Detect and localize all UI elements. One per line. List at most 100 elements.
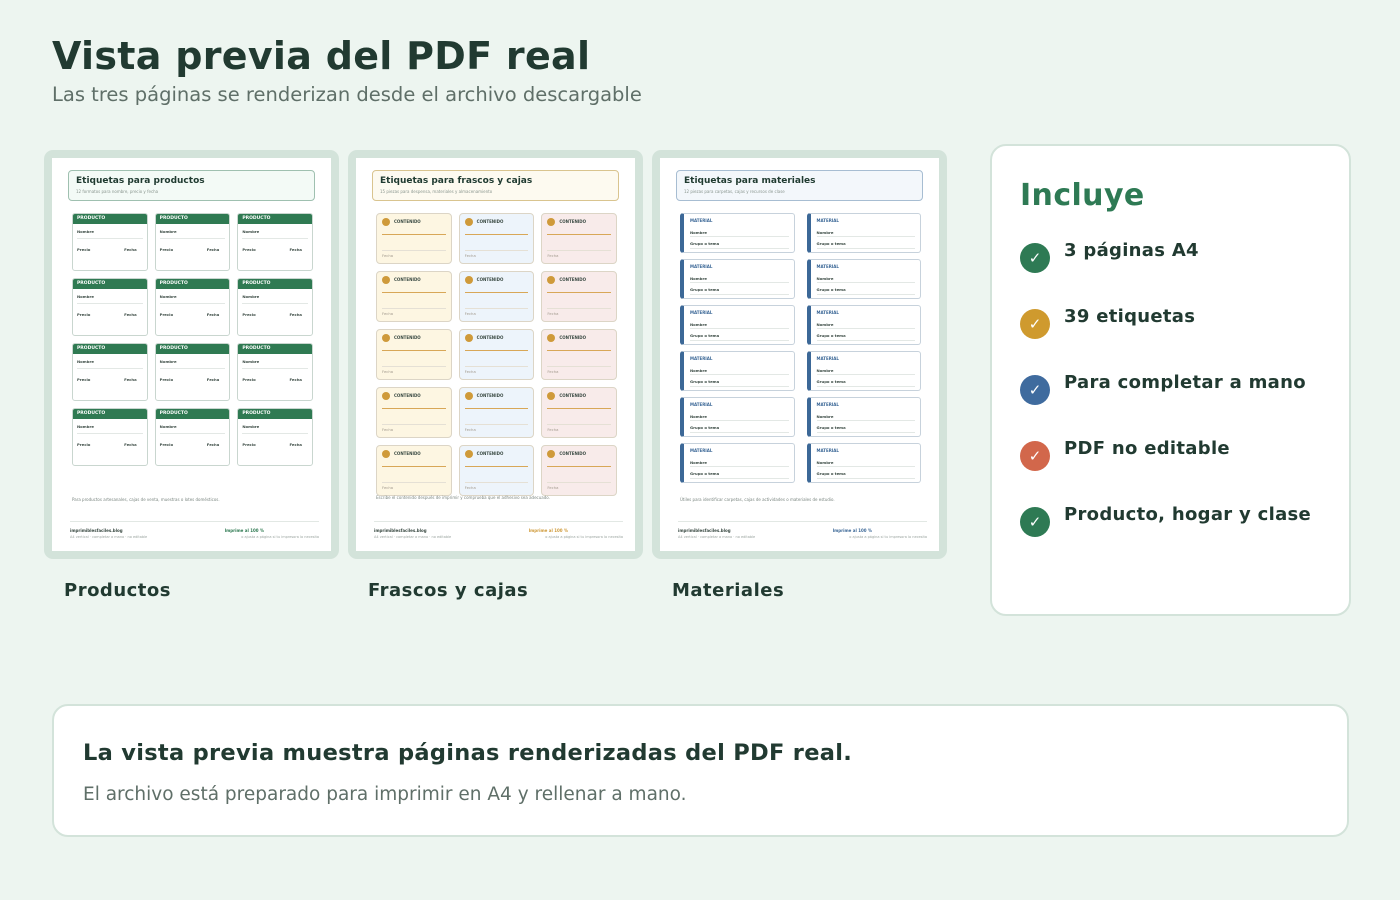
field-fecha: Fecha (289, 312, 302, 317)
label-type: CONTENIDO (476, 219, 504, 224)
footer-print-sub: o ajusta a página si tu impresora lo nec… (545, 535, 623, 539)
pdf-page-frascos: Etiquetas para frascos y cajas 15 piezas… (356, 158, 635, 551)
write-line (547, 308, 611, 309)
includes-item-label: PDF no editable (1064, 438, 1230, 459)
preview-productos[interactable]: Etiquetas para productos 12 formatos par… (44, 150, 339, 559)
label-contenido: CONTENIDO Fecha (541, 329, 617, 380)
write-line (690, 282, 789, 283)
write-line (816, 236, 915, 237)
preview-frascos-cajas[interactable]: Etiquetas para frascos y cajas 15 piezas… (348, 150, 643, 559)
pdf-page-header: Etiquetas para productos 12 formatos par… (68, 170, 315, 201)
footer-site-sub: A4 vertical · completar a mano · no edit… (70, 535, 148, 539)
write-line (690, 432, 789, 433)
field-grupo: Grupo o tema (690, 379, 720, 384)
label-producto: PRODUCTO Nombre Precio Fecha (237, 278, 313, 336)
label-type: CONTENIDO (394, 335, 421, 340)
circle-icon (382, 392, 390, 400)
field-fecha: Fecha (124, 312, 137, 317)
field-fecha: Fecha (382, 253, 394, 258)
circle-icon (464, 276, 473, 284)
field-fecha: Fecha (382, 311, 394, 316)
write-line (816, 340, 915, 341)
write-line (690, 478, 789, 479)
pdf-page-footer: imprimiblesfaciles.blog A4 vertical · co… (678, 521, 927, 539)
check-icon: ✓ (1020, 309, 1050, 339)
write-line (242, 238, 308, 239)
includes-title: Incluye (1020, 178, 1145, 213)
field-nombre: Nombre (690, 276, 707, 281)
footer-site: imprimiblesfaciles.blog (70, 528, 123, 533)
field-fecha: Fecha (206, 312, 220, 317)
label-producto: PRODUCTO Nombre Precio Fecha (154, 278, 231, 336)
field-nombre: Nombre (816, 368, 834, 373)
write-line (816, 248, 915, 249)
label-producto: PRODUCTO Nombre Precio Fecha (237, 408, 313, 466)
write-line (690, 386, 789, 387)
includes-item-label: 39 etiquetas (1064, 306, 1196, 327)
label-contenido: CONTENIDO Fecha (376, 387, 452, 438)
label-type: PRODUCTO (73, 214, 147, 224)
pdf-page-footer: imprimiblesfaciles.blog A4 vertical · co… (374, 521, 623, 539)
label-type: MATERIAL (690, 402, 713, 407)
field-nombre: Nombre (816, 414, 834, 419)
footer-site: imprimiblesfaciles.blog (678, 528, 731, 533)
label-type: PRODUCTO (238, 344, 312, 354)
preview-caption-productos: Productos (64, 580, 171, 601)
label-type: CONTENIDO (559, 277, 587, 282)
write-line (159, 368, 226, 369)
label-material: MATERIAL Nombre Grupo o tema (806, 351, 921, 391)
write-line (816, 420, 915, 421)
field-fecha: Fecha (547, 369, 559, 374)
label-type: CONTENIDO (476, 393, 504, 398)
label-material: MATERIAL Nombre Grupo o tema (680, 351, 795, 391)
circle-icon (547, 334, 556, 342)
field-precio: Precio (159, 312, 174, 317)
write-line (816, 374, 915, 375)
write-line (816, 328, 915, 329)
write-line (382, 250, 446, 251)
field-fecha: Fecha (547, 485, 559, 490)
field-grupo: Grupo o tema (816, 241, 846, 246)
field-nombre: Nombre (159, 294, 177, 299)
field-nombre: Nombre (242, 294, 260, 299)
field-fecha: Fecha (547, 253, 559, 258)
pdf-page-subtitle: 12 formatos para nombre, precio y fecha (76, 189, 159, 194)
label-type: CONTENIDO (559, 451, 587, 456)
check-icon: ✓ (1020, 243, 1050, 273)
preview-caption-materiales: Materiales (672, 580, 785, 601)
field-grupo: Grupo o tema (816, 425, 846, 430)
field-precio: Precio (159, 377, 174, 382)
field-grupo: Grupo o tema (816, 471, 846, 476)
pdf-page-note: Para productos artesanales, cajas de ven… (72, 497, 220, 502)
label-type: MATERIAL (690, 218, 713, 223)
write-line (382, 350, 446, 351)
label-producto: PRODUCTO Nombre Precio Fecha (72, 343, 148, 401)
field-precio: Precio (242, 312, 256, 317)
label-material: MATERIAL Nombre Grupo o tema (680, 213, 795, 253)
label-type: MATERIAL (690, 264, 713, 269)
field-nombre: Nombre (816, 460, 834, 465)
label-material: MATERIAL Nombre Grupo o tema (680, 305, 795, 345)
preview-materiales[interactable]: Etiquetas para materiales 12 piezas para… (652, 150, 947, 559)
label-material: MATERIAL Nombre Grupo o tema (806, 397, 921, 437)
write-line (464, 424, 529, 425)
write-line (382, 366, 446, 367)
write-line (464, 308, 529, 309)
label-producto: PRODUCTO Nombre Precio Fecha (237, 343, 313, 401)
write-line (382, 308, 446, 309)
field-grupo: Grupo o tema (816, 287, 846, 292)
write-line (547, 234, 611, 235)
label-type: PRODUCTO (155, 409, 230, 419)
field-fecha: Fecha (547, 427, 559, 432)
field-precio: Precio (77, 247, 91, 252)
label-type: CONTENIDO (394, 451, 421, 456)
field-nombre: Nombre (690, 322, 707, 327)
label-contenido: CONTENIDO Fecha (458, 445, 535, 496)
field-grupo: Grupo o tema (690, 287, 720, 292)
write-line (547, 350, 611, 351)
label-contenido: CONTENIDO Fecha (541, 445, 617, 496)
write-line (547, 482, 611, 483)
field-precio: Precio (242, 247, 256, 252)
write-line (242, 433, 308, 434)
circle-icon (464, 392, 473, 400)
